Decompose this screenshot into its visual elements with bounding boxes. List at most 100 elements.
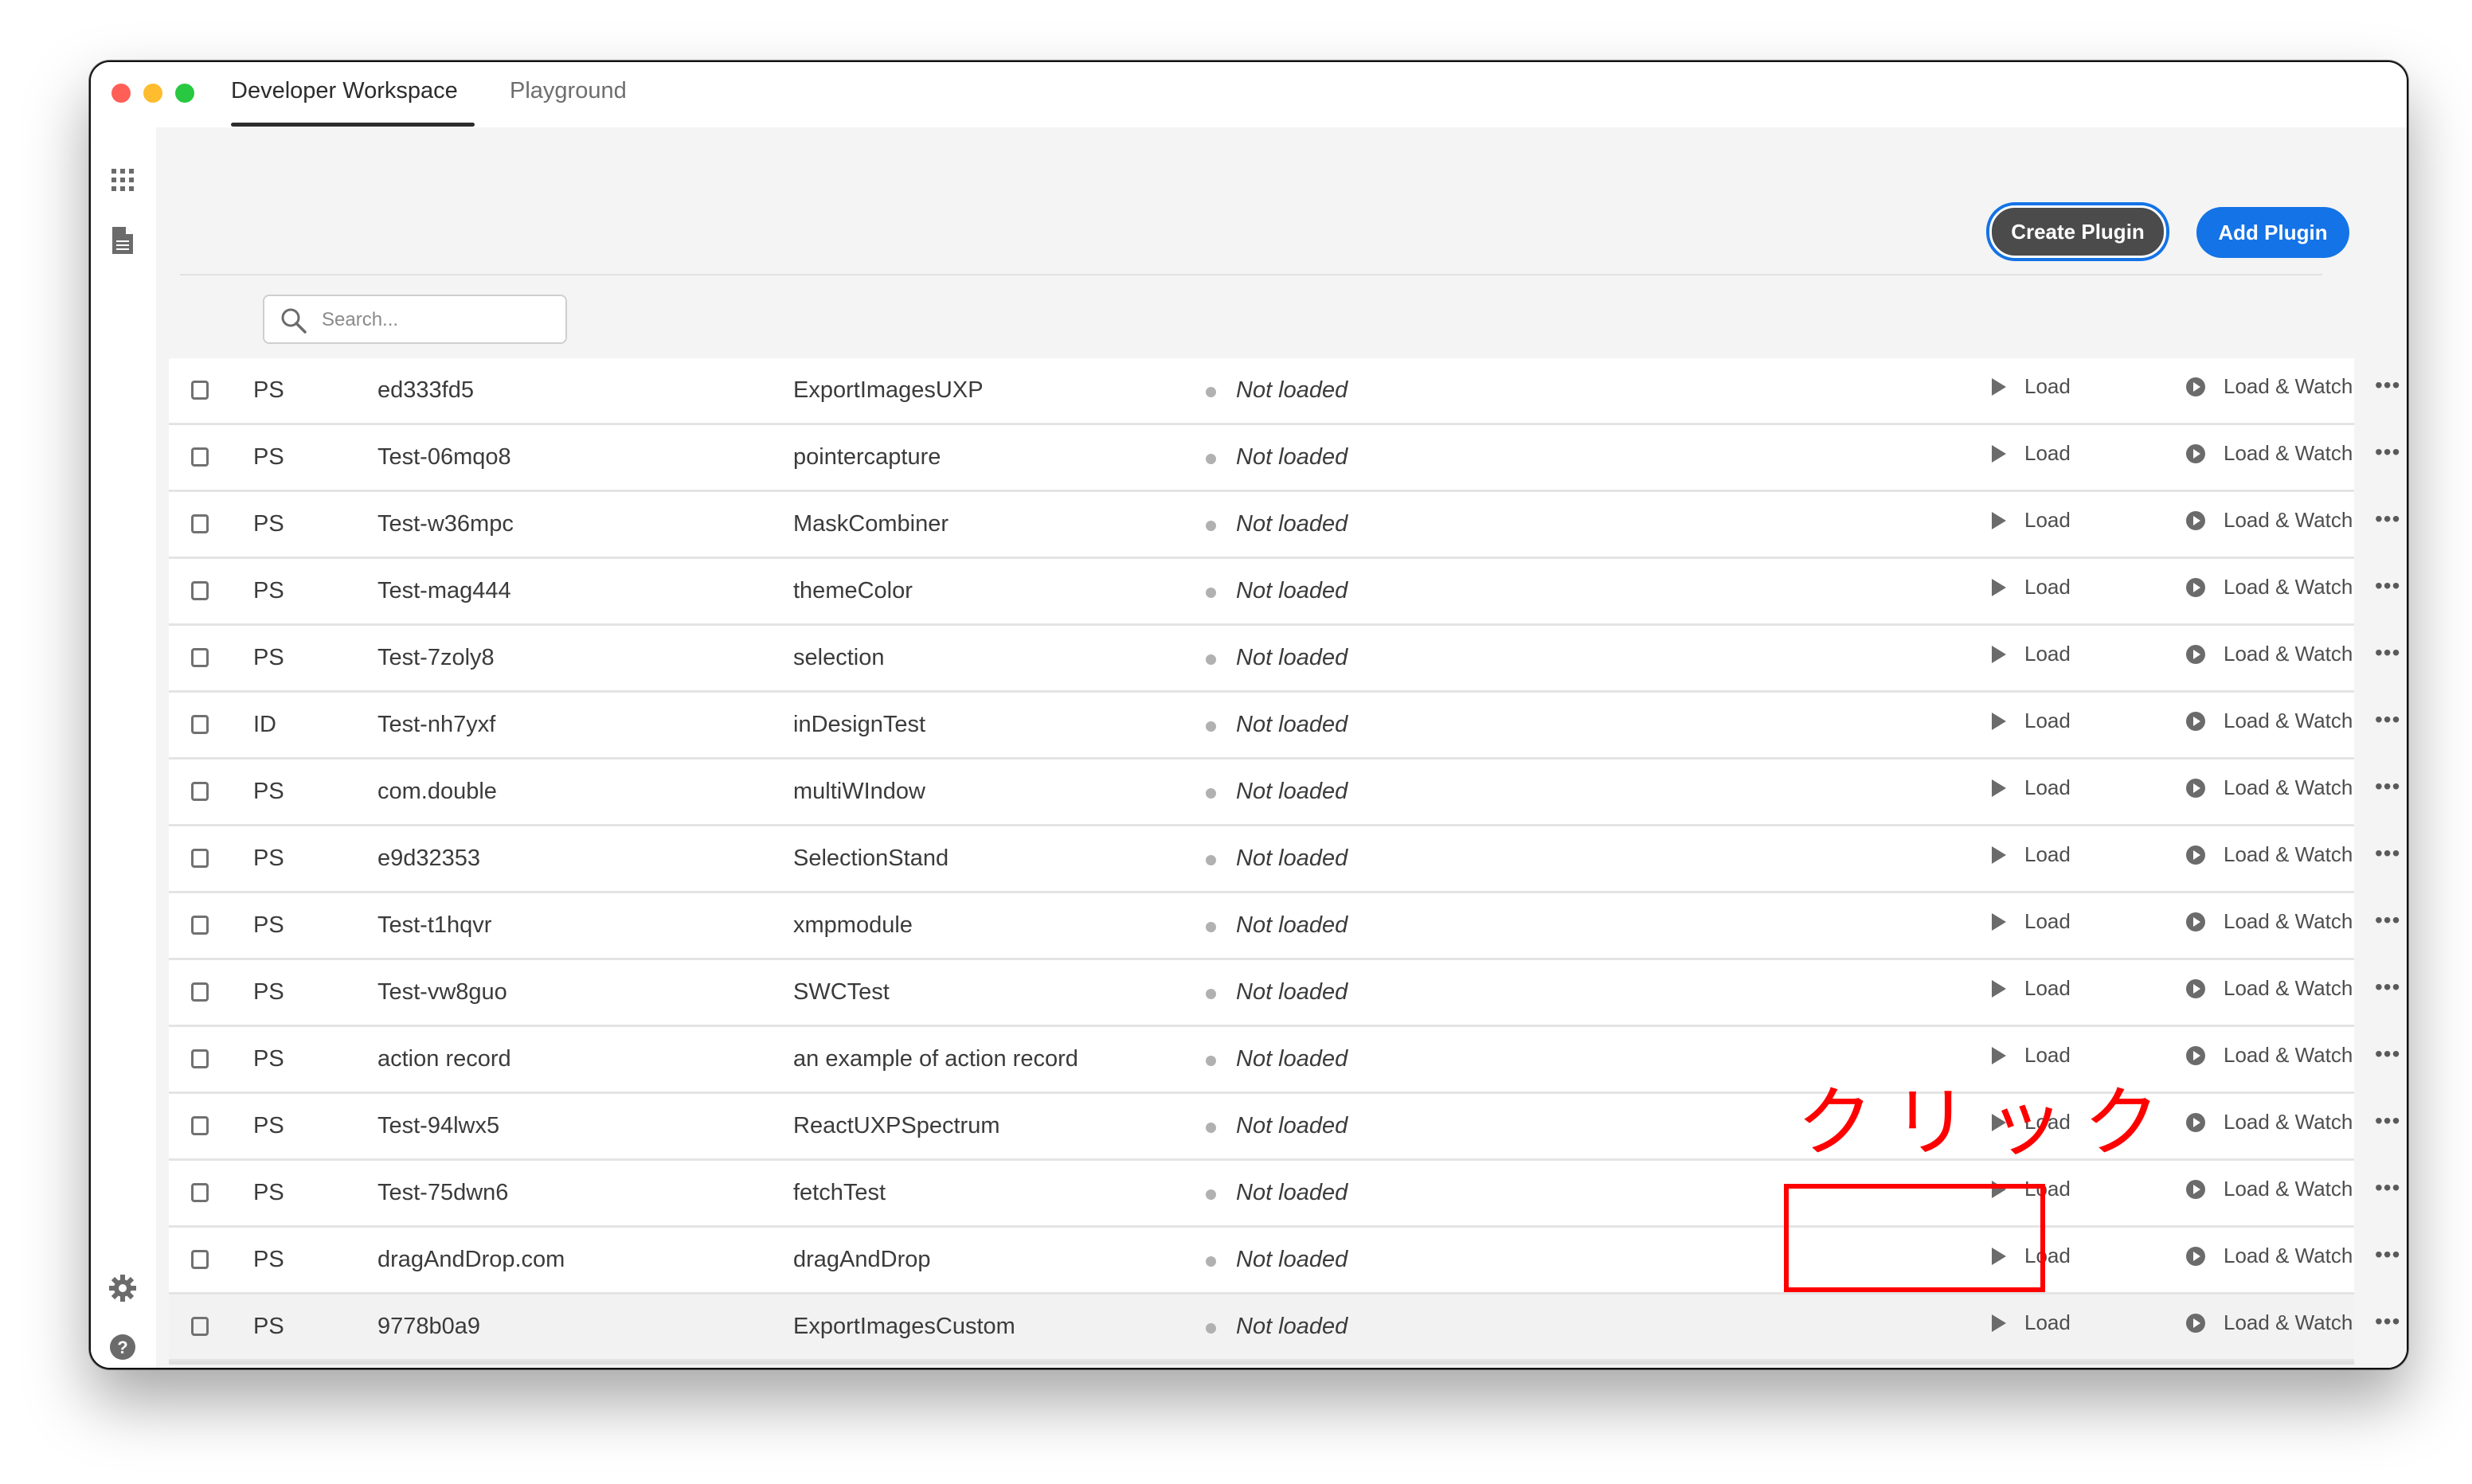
load-watch-button[interactable]: Load & Watch bbox=[2185, 508, 2353, 533]
row-checkbox[interactable] bbox=[191, 1317, 209, 1336]
row-checkbox[interactable] bbox=[191, 1049, 209, 1068]
row-checkbox[interactable] bbox=[191, 1183, 209, 1202]
status-text: Not loaded bbox=[1236, 377, 1348, 403]
create-plugin-button[interactable]: Create Plugin bbox=[1989, 205, 2166, 258]
play-circle-icon bbox=[2186, 577, 2205, 597]
more-options-icon[interactable]: ••• bbox=[2375, 974, 2400, 1000]
load-button[interactable]: Load bbox=[1991, 775, 2071, 800]
plugin-row: PS e9d32353 SelectionStand Not loaded Lo… bbox=[169, 826, 2400, 893]
load-watch-button[interactable]: Load & Watch bbox=[2185, 1043, 2353, 1068]
status-text: Not loaded bbox=[1236, 1046, 1348, 1072]
row-checkbox[interactable] bbox=[191, 849, 209, 868]
host-app: PS bbox=[253, 1247, 284, 1272]
more-options-icon[interactable]: ••• bbox=[2375, 640, 2400, 666]
more-options-icon[interactable]: ••• bbox=[2375, 1309, 2400, 1334]
plugin-id: Test-vw8guo bbox=[377, 979, 507, 1005]
load-watch-button[interactable]: Load & Watch bbox=[2185, 909, 2353, 934]
play-circle-icon bbox=[2186, 778, 2205, 798]
more-options-icon[interactable]: ••• bbox=[2375, 439, 2400, 465]
more-options-icon[interactable]: ••• bbox=[2375, 1242, 2400, 1267]
load-watch-button[interactable]: Load & Watch bbox=[2185, 1177, 2353, 1201]
row-checkbox[interactable] bbox=[191, 916, 209, 935]
load-watch-label: Load & Watch bbox=[2224, 775, 2353, 799]
load-watch-button[interactable]: Load & Watch bbox=[2185, 1310, 2353, 1335]
load-watch-button[interactable]: Load & Watch bbox=[2185, 1244, 2353, 1268]
load-button[interactable]: Load bbox=[1991, 508, 2071, 533]
gear-icon[interactable] bbox=[107, 1272, 139, 1304]
load-watch-button[interactable]: Load & Watch bbox=[2185, 441, 2353, 466]
more-options-icon[interactable]: ••• bbox=[2375, 707, 2400, 732]
load-button[interactable]: Load bbox=[1991, 1310, 2071, 1335]
row-checkbox[interactable] bbox=[191, 514, 209, 533]
load-button[interactable]: Load bbox=[1991, 909, 2071, 934]
plugin-id: Test-mag444 bbox=[377, 578, 511, 603]
plugin-row: PS Test-7zoly8 selection Not loaded Load… bbox=[169, 626, 2400, 693]
load-watch-button[interactable]: Load & Watch bbox=[2185, 642, 2353, 666]
load-button[interactable]: Load bbox=[1991, 976, 2071, 1001]
more-options-icon[interactable]: ••• bbox=[2375, 1041, 2400, 1067]
more-options-icon[interactable]: ••• bbox=[2375, 1108, 2400, 1134]
status-dot-icon bbox=[1206, 721, 1216, 732]
load-label: Load bbox=[2024, 976, 2071, 1000]
more-options-icon[interactable]: ••• bbox=[2375, 774, 2400, 799]
more-options-icon[interactable]: ••• bbox=[2375, 908, 2400, 933]
host-app: PS bbox=[253, 779, 284, 804]
status-dot-icon bbox=[1206, 1056, 1216, 1066]
minimize-window-button[interactable] bbox=[143, 84, 162, 103]
grid-icon[interactable] bbox=[107, 164, 139, 196]
row-checkbox[interactable] bbox=[191, 381, 209, 400]
plugin-id: com.double bbox=[377, 779, 497, 804]
row-checkbox[interactable] bbox=[191, 782, 209, 801]
load-watch-button[interactable]: Load & Watch bbox=[2185, 1110, 2353, 1134]
document-icon[interactable] bbox=[107, 225, 139, 256]
search-field[interactable] bbox=[263, 295, 567, 344]
status-text: Not loaded bbox=[1236, 779, 1348, 804]
plugin-name: ReactUXPSpectrum bbox=[793, 1113, 1000, 1138]
row-checkbox[interactable] bbox=[191, 715, 209, 734]
load-watch-button[interactable]: Load & Watch bbox=[2185, 575, 2353, 599]
load-label: Load bbox=[2024, 575, 2071, 599]
plugin-id: ed333fd5 bbox=[377, 377, 474, 403]
zoom-window-button[interactable] bbox=[175, 84, 194, 103]
load-button[interactable]: Load bbox=[1991, 575, 2071, 599]
row-checkbox[interactable] bbox=[191, 1250, 209, 1269]
load-button[interactable]: Load bbox=[1991, 642, 2071, 666]
load-button[interactable]: Load bbox=[1991, 374, 2071, 399]
load-button[interactable]: Load bbox=[1991, 842, 2071, 867]
row-checkbox[interactable] bbox=[191, 1116, 209, 1135]
plugin-id: Test-75dwn6 bbox=[377, 1180, 509, 1205]
row-checkbox[interactable] bbox=[191, 982, 209, 1002]
host-app: PS bbox=[253, 1180, 284, 1205]
tab-developer-workspace[interactable]: Developer Workspace bbox=[231, 78, 458, 104]
load-watch-button[interactable]: Load & Watch bbox=[2185, 842, 2353, 867]
load-watch-button[interactable]: Load & Watch bbox=[2185, 775, 2353, 800]
more-options-icon[interactable]: ••• bbox=[2375, 573, 2400, 599]
play-circle-icon bbox=[2186, 845, 2205, 865]
plugin-row: PS Test-vw8guo SWCTest Not loaded Load L… bbox=[169, 960, 2400, 1027]
load-label: Load bbox=[2024, 642, 2071, 666]
load-watch-label: Load & Watch bbox=[2224, 1043, 2353, 1067]
search-input[interactable] bbox=[320, 304, 554, 336]
more-options-icon[interactable]: ••• bbox=[2375, 841, 2400, 866]
load-watch-button[interactable]: Load & Watch bbox=[2185, 976, 2353, 1001]
row-checkbox[interactable] bbox=[191, 581, 209, 600]
load-button[interactable]: Load bbox=[1991, 709, 2071, 733]
load-watch-button[interactable]: Load & Watch bbox=[2185, 374, 2353, 399]
row-checkbox[interactable] bbox=[191, 447, 209, 467]
host-app: PS bbox=[253, 979, 284, 1005]
add-plugin-button[interactable]: Add Plugin bbox=[2196, 207, 2349, 258]
load-watch-button[interactable]: Load & Watch bbox=[2185, 709, 2353, 733]
help-icon[interactable]: ? bbox=[107, 1331, 139, 1363]
load-button[interactable]: Load bbox=[1991, 441, 2071, 466]
plugin-row: ID Test-nh7yxf inDesignTest Not loaded L… bbox=[169, 693, 2400, 760]
tab-playground[interactable]: Playground bbox=[510, 78, 627, 104]
status-text: Not loaded bbox=[1236, 645, 1348, 670]
close-window-button[interactable] bbox=[111, 84, 131, 103]
play-icon bbox=[1992, 578, 2006, 596]
more-options-icon[interactable]: ••• bbox=[2375, 1175, 2400, 1201]
more-options-icon[interactable]: ••• bbox=[2375, 506, 2400, 532]
more-options-icon[interactable]: ••• bbox=[2375, 373, 2400, 398]
row-checkbox[interactable] bbox=[191, 648, 209, 667]
host-app: PS bbox=[253, 1314, 284, 1339]
load-watch-label: Load & Watch bbox=[2224, 508, 2353, 532]
